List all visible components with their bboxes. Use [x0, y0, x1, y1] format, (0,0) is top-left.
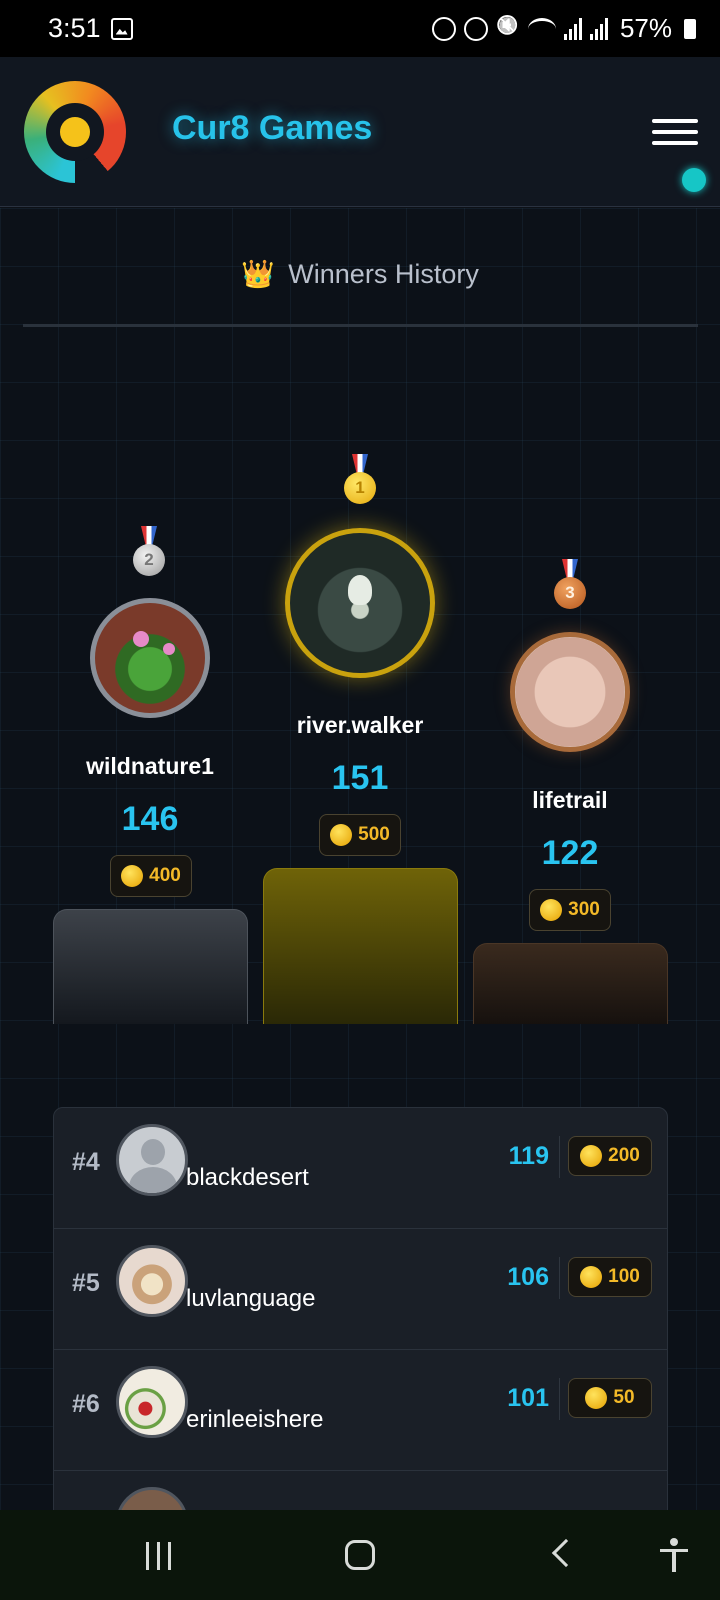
rank-number: #4	[72, 1148, 100, 1176]
leaderboard-row[interactable]: #5 luvlanguage 106 100	[54, 1229, 667, 1350]
silver-medal-icon: 2	[132, 526, 166, 580]
player-name[interactable]: erinleeishere	[186, 1406, 323, 1434]
winner-score-2nd: 146	[121, 800, 179, 838]
coin-icon	[585, 1387, 608, 1409]
coin-amount: 50	[613, 1387, 635, 1408]
avatar-3rd-place[interactable]	[510, 632, 630, 752]
coin-reward-3rd: 300	[529, 889, 611, 931]
coin-reward-1st: 500	[319, 814, 401, 856]
crown-icon: 👑	[241, 259, 275, 289]
section-title-text: Winners History	[288, 259, 479, 289]
bronze-medal-icon: 3	[553, 559, 587, 613]
separator	[559, 1378, 560, 1420]
separator	[559, 1136, 560, 1178]
leaderboard-row[interactable]: #6 erinleeishere 101 50	[54, 1350, 667, 1471]
coin-icon	[580, 1145, 603, 1167]
podium-pillar-3rd	[473, 943, 668, 1024]
coin-icon	[121, 865, 144, 887]
coin-amount: 500	[358, 824, 390, 845]
notification-dot	[682, 168, 706, 192]
coin-icon	[580, 1266, 603, 1288]
cur8-logo[interactable]	[24, 81, 126, 183]
winner-name-2nd[interactable]: wildnature1	[50, 753, 250, 780]
winner-name-3rd[interactable]: lifetrail	[470, 787, 670, 814]
coin-icon	[540, 899, 563, 921]
coin-amount: 100	[608, 1266, 640, 1287]
avatar-1st-place[interactable]	[285, 528, 435, 678]
back-icon[interactable]	[551, 1538, 581, 1568]
podium-pillar-2nd	[53, 909, 248, 1024]
leaderboard-list[interactable]: #4 blackdesert 119 200 #5 luvlanguage 10…	[53, 1107, 668, 1527]
coin-amount: 300	[568, 899, 600, 920]
divider	[23, 324, 698, 327]
player-score: 119	[508, 1142, 549, 1170]
player-avatar[interactable]	[116, 1245, 188, 1317]
rank-number: #5	[72, 1269, 100, 1297]
leaderboard-row[interactable]: #4 blackdesert 119 200	[54, 1108, 667, 1229]
winner-score-3rd: 122	[541, 834, 599, 872]
accessibility-icon[interactable]	[660, 1538, 688, 1572]
app-title[interactable]: Cur8 Games	[172, 109, 372, 148]
podium-pillar-1st	[263, 868, 458, 1024]
coin-amount: 200	[608, 1145, 640, 1166]
player-score: 101	[507, 1384, 549, 1412]
default-avatar-icon[interactable]	[116, 1124, 188, 1196]
coin-reward: 50	[568, 1378, 652, 1418]
coin-icon	[330, 824, 353, 846]
battery-icon	[684, 18, 696, 39]
player-name[interactable]: luvlanguage	[186, 1285, 315, 1313]
status-icons: 57%	[431, 13, 696, 44]
app-header: Cur8 Games	[0, 57, 720, 207]
winner-score-1st: 151	[331, 759, 389, 797]
status-time: 3:51	[48, 13, 101, 43]
gold-medal-icon: 1	[343, 454, 377, 508]
section-title: 👑 Winners History	[0, 258, 720, 290]
signal-icon	[563, 17, 582, 40]
coin-reward: 100	[568, 1257, 652, 1297]
coin-reward-2nd: 400	[110, 855, 192, 897]
winner-name-1st[interactable]: river.walker	[260, 712, 460, 739]
home-icon[interactable]	[345, 1540, 375, 1570]
mute-icon	[496, 17, 520, 41]
coin-amount: 400	[149, 865, 181, 886]
wifi-icon	[527, 17, 556, 40]
system-nav-bar	[0, 1510, 720, 1600]
rank-number: #6	[72, 1390, 100, 1418]
status-bar: 3:51 57%	[0, 0, 720, 57]
separator	[559, 1257, 560, 1299]
alarm-icon	[463, 16, 488, 41]
coin-reward: 200	[568, 1136, 652, 1176]
player-avatar[interactable]	[116, 1366, 188, 1438]
recycle-icon	[431, 16, 456, 41]
gallery-icon	[110, 17, 133, 40]
avatar-2nd-place[interactable]	[90, 598, 210, 718]
battery-percent: 57%	[619, 13, 672, 43]
recents-icon[interactable]	[144, 1542, 174, 1570]
player-score: 106	[507, 1263, 549, 1291]
signal-icon	[589, 17, 608, 40]
hamburger-menu-icon[interactable]	[652, 115, 698, 149]
player-name[interactable]: blackdesert	[186, 1164, 309, 1192]
